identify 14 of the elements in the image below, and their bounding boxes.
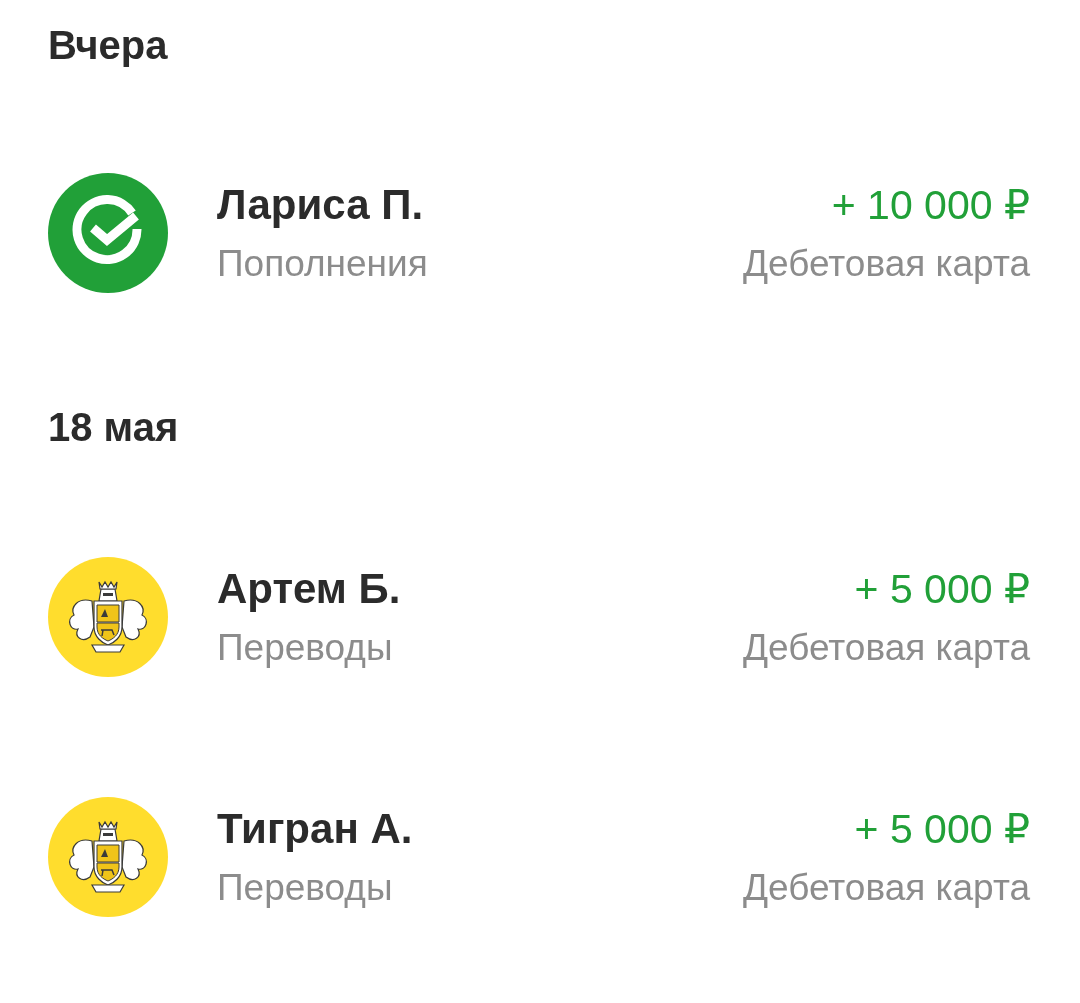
sender-name: Тигран А. [217,803,413,854]
account-label: Дебетовая карта [742,865,1030,910]
sender-name: Лариса П. [217,179,425,230]
amount-text: + 5 000 ₽ [854,804,1030,854]
category-label: Переводы [217,865,394,910]
amount-text: + 10 000 ₽ [831,180,1030,230]
category-label: Переводы [217,625,394,670]
date-heading: Вчера [48,23,168,67]
sender-name: Артем Б. [217,563,401,614]
account-label: Дебетовая карта [742,625,1030,670]
category-label: Пополнения [217,241,428,286]
date-heading: 18 мая [48,405,179,449]
account-label: Дебетовая карта [742,241,1030,286]
amount-text: + 5 000 ₽ [854,564,1030,614]
